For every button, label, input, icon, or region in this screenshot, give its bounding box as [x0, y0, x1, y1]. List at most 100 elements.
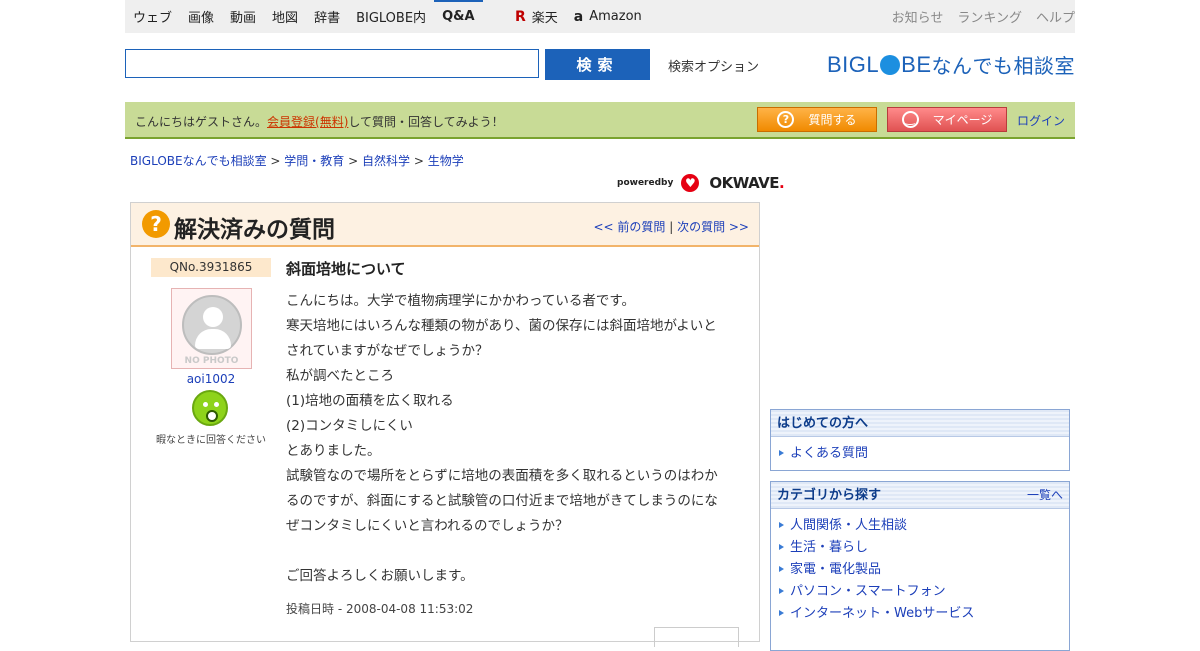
- triangle-bullet-icon: [779, 522, 784, 528]
- greeting-suffix: して質問・回答してみよう！: [348, 115, 504, 129]
- amazon-icon: a: [573, 8, 584, 25]
- tab-dictionary[interactable]: 辞書: [314, 7, 340, 26]
- smiley-status-icon: [192, 390, 228, 426]
- login-link[interactable]: ログイン: [1017, 112, 1065, 129]
- okwave-logo: OKWAVE.: [709, 174, 784, 192]
- body-line: 私が調べたところ: [286, 368, 394, 384]
- triangle-bullet-icon: [779, 588, 784, 594]
- question-subject: 斜面培地について: [286, 260, 406, 278]
- triangle-bullet-icon: [779, 566, 784, 572]
- breadcrumb-item-natural-science[interactable]: 自然科学: [362, 154, 410, 168]
- list-item[interactable]: よくある質問: [779, 443, 1069, 465]
- question-number: QNo.3931865: [151, 258, 271, 277]
- tab-web[interactable]: ウェブ: [133, 7, 172, 26]
- post-date: 投稿日時 - 2008-04-08 11:53:02: [286, 602, 474, 616]
- categories-box: カテゴリから探す 一覧へ 人間関係・人生相談 生活・暮らし 家電・電化製品 パソ…: [770, 481, 1070, 651]
- category-link[interactable]: 生活・暮らし: [790, 540, 868, 555]
- category-link[interactable]: パソコン・スマートフォン: [790, 584, 946, 599]
- amazon-link[interactable]: Amazon: [589, 9, 642, 24]
- beginners-box: はじめての方へ よくある質問: [770, 409, 1070, 471]
- beginners-list: よくある質問: [771, 437, 1069, 467]
- body-line: るのですが、斜面にすると試験管の口付近まで培地がきてしまうのにな: [286, 493, 718, 509]
- question-mark-icon: ?: [777, 111, 795, 128]
- search-button[interactable]: 検索: [545, 49, 650, 80]
- question-mark-icon: ?: [142, 210, 170, 238]
- list-item[interactable]: インターネット・Webサービス: [779, 603, 1069, 625]
- category-link[interactable]: 人間関係・人生相談: [790, 518, 907, 533]
- utility-links: お知らせ ランキング ヘルプ: [878, 0, 1075, 33]
- action-button[interactable]: [654, 627, 739, 647]
- list-item[interactable]: 人間関係・人生相談: [779, 515, 1069, 537]
- logo-text-c: なんでも相談室: [931, 54, 1075, 78]
- search-options-link[interactable]: 検索オプション: [668, 56, 759, 75]
- body-line: 試験管なので場所をとらずに培地の表面積を多く取れるというのはわか: [286, 468, 718, 484]
- nav-divider: |: [669, 220, 678, 234]
- categories-title: カテゴリから探す: [777, 488, 882, 503]
- ask-question-label: 質問する: [808, 113, 857, 127]
- categories-header: カテゴリから探す 一覧へ: [771, 482, 1069, 509]
- tab-qa[interactable]: Q&A: [433, 0, 484, 24]
- body-line: 寒天培地にはいろんな種類の物があり、菌の保存には斜面培地がよいと: [286, 318, 717, 334]
- breadcrumb-item-education[interactable]: 学問・教育: [284, 154, 344, 168]
- beginners-title: はじめての方へ: [771, 410, 1069, 437]
- register-link[interactable]: 会員登録(無料): [267, 115, 348, 129]
- category-link[interactable]: インターネット・Webサービス: [790, 606, 974, 621]
- tab-biglobe[interactable]: BIGLOBE内: [356, 7, 426, 26]
- ask-question-button[interactable]: ? 質問する: [757, 107, 877, 132]
- breadcrumb-separator: >: [413, 154, 428, 168]
- tab-video[interactable]: 動画: [230, 7, 256, 26]
- category-link[interactable]: 家電・電化製品: [790, 562, 881, 577]
- breadcrumb: BIGLOBEなんでも相談室 > 学問・教育 > 自然科学 > 生物学: [130, 152, 464, 169]
- mypage-button[interactable]: ‿ マイページ: [887, 107, 1007, 132]
- body-line: ご回答よろしくお願いします。: [286, 568, 474, 584]
- question-body: こんにちは。大学で植物病理学にかかわっている者です。 寒天培地にはいろんな種類の…: [286, 289, 746, 589]
- logo-dot-icon: [880, 54, 901, 75]
- prev-question-link[interactable]: << 前の質問: [593, 220, 665, 234]
- no-photo-label: NO PHOTO: [184, 356, 239, 366]
- username-link[interactable]: aoi1002: [151, 372, 271, 386]
- guest-greeting: こんにちはゲストさん。会員登録(無料)して質問・回答してみよう！: [135, 113, 504, 130]
- user-status: 暇なときに回答ください: [156, 435, 266, 446]
- question-nav: << 前の質問 | 次の質問 >>: [593, 218, 749, 235]
- body-line: [286, 539, 746, 564]
- shopping-links: R 楽天 a Amazon: [515, 0, 642, 33]
- body-line: されていますがなぜでしょうか？: [286, 343, 489, 359]
- rakuten-link[interactable]: 楽天: [532, 7, 558, 26]
- news-link[interactable]: お知らせ: [892, 7, 944, 26]
- triangle-bullet-icon: [779, 610, 784, 616]
- search-input[interactable]: [125, 49, 539, 78]
- biglobe-logo[interactable]: BIGL BE なんでも相談室: [827, 50, 1075, 79]
- user-silhouette-icon: [182, 295, 242, 355]
- body-line: (1)培地の面積を広く取れる: [286, 393, 454, 409]
- panel-title: 解決済みの質問: [174, 217, 335, 243]
- top-nav: ウェブ 画像 動画 地図 辞書 BIGLOBE内 Q&A R 楽天 a Amaz…: [125, 0, 1075, 33]
- service-tabs: ウェブ 画像 動画 地図 辞書 BIGLOBE内 Q&A: [133, 0, 491, 33]
- category-list: 人間関係・人生相談 生活・暮らし 家電・電化製品 パソコン・スマートフォン イン…: [771, 509, 1069, 627]
- faq-link[interactable]: よくある質問: [790, 446, 868, 461]
- okwave-logo-text: OKWAVE: [709, 174, 780, 192]
- categories-more-link[interactable]: 一覧へ: [1027, 482, 1063, 509]
- list-item[interactable]: 生活・暮らし: [779, 537, 1069, 559]
- breadcrumb-item-biology[interactable]: 生物学: [428, 154, 464, 168]
- avatar[interactable]: NO PHOTO: [171, 288, 252, 369]
- greeting-text: こんにちはゲストさん。: [135, 115, 268, 129]
- logo-text-b: BE: [901, 51, 932, 77]
- breadcrumb-item-home[interactable]: BIGLOBEなんでも相談室: [130, 154, 267, 168]
- ranking-link[interactable]: ランキング: [957, 7, 1022, 26]
- body-line: (2)コンタミしにくい: [286, 418, 413, 434]
- member-bar: こんにちはゲストさん。会員登録(無料)して質問・回答してみよう！ ? 質問する …: [125, 102, 1075, 139]
- triangle-bullet-icon: [779, 544, 784, 550]
- powered-by-okwave[interactable]: poweredby ♥ OKWAVE.: [617, 174, 785, 192]
- tab-map[interactable]: 地図: [272, 7, 298, 26]
- face-icon: ‿: [901, 111, 919, 128]
- list-item[interactable]: 家電・電化製品: [779, 559, 1069, 581]
- okwave-logo-dot: .: [779, 174, 785, 192]
- tab-images[interactable]: 画像: [188, 7, 214, 26]
- body-line: こんにちは。大学で植物病理学にかかわっている者です。: [286, 293, 635, 309]
- breadcrumb-separator: >: [270, 154, 285, 168]
- next-question-link[interactable]: 次の質問 >>: [677, 220, 749, 234]
- body-line: ぜコンタミしにくいと言われるのでしょうか？: [286, 518, 569, 534]
- help-link[interactable]: ヘルプ: [1036, 7, 1075, 26]
- list-item[interactable]: パソコン・スマートフォン: [779, 581, 1069, 603]
- mypage-label: マイページ: [932, 113, 993, 127]
